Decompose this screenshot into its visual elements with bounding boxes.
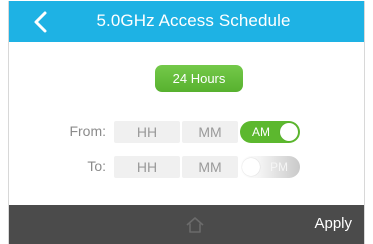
footer-bar: Apply <box>9 205 364 244</box>
from-hour-field[interactable]: HH <box>114 121 180 143</box>
to-minute-field[interactable]: MM <box>182 156 238 178</box>
access-schedule-screen: 5.0GHz Access Schedule 24 Hours From: HH… <box>8 1 365 244</box>
from-minute-field[interactable]: MM <box>182 121 238 143</box>
header-bar: 5.0GHz Access Schedule <box>9 1 364 42</box>
from-label: From: <box>69 123 106 139</box>
from-period-label: AM <box>252 125 270 139</box>
home-button[interactable] <box>185 215 205 235</box>
24-hours-button[interactable]: 24 Hours <box>155 65 243 92</box>
home-icon <box>186 217 204 233</box>
to-am-pm-toggle[interactable]: PM <box>240 156 300 178</box>
page-title: 5.0GHz Access Schedule <box>96 11 291 30</box>
toggle-knob <box>242 158 260 176</box>
to-label: To: <box>87 158 106 174</box>
apply-button[interactable]: Apply <box>314 215 352 232</box>
to-hour-field[interactable]: HH <box>114 156 180 178</box>
from-am-pm-toggle[interactable]: AM <box>240 121 300 143</box>
toggle-knob <box>280 123 298 141</box>
to-period-label: PM <box>270 160 288 174</box>
